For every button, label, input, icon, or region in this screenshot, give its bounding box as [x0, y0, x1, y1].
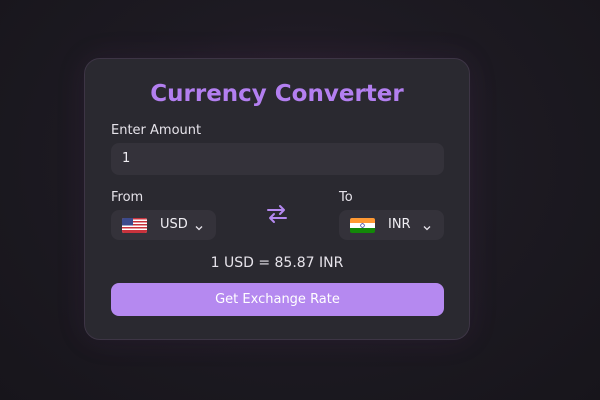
swap-arrows-icon[interactable] — [266, 203, 288, 225]
converter-card: Currency Converter Enter Amount 1 From U… — [84, 58, 470, 340]
exchange-rate-text: 1 USD = 85.87 INR — [210, 255, 344, 271]
to-currency-code: INR — [388, 217, 411, 232]
to-label: To — [339, 190, 353, 205]
chevron-down-icon — [194, 218, 204, 231]
page-title: Currency Converter — [150, 81, 404, 107]
amount-input[interactable]: 1 — [111, 143, 444, 175]
from-currency-select[interactable]: USD — [111, 210, 216, 240]
amount-label: Enter Amount — [111, 123, 202, 138]
get-exchange-rate-button[interactable]: Get Exchange Rate — [111, 283, 444, 316]
to-currency-select[interactable]: INR — [339, 210, 444, 240]
us-flag-icon — [122, 218, 147, 233]
from-currency-code: USD — [160, 217, 188, 232]
chevron-down-icon — [422, 218, 432, 231]
india-flag-icon — [350, 218, 375, 233]
from-label: From — [111, 190, 144, 205]
